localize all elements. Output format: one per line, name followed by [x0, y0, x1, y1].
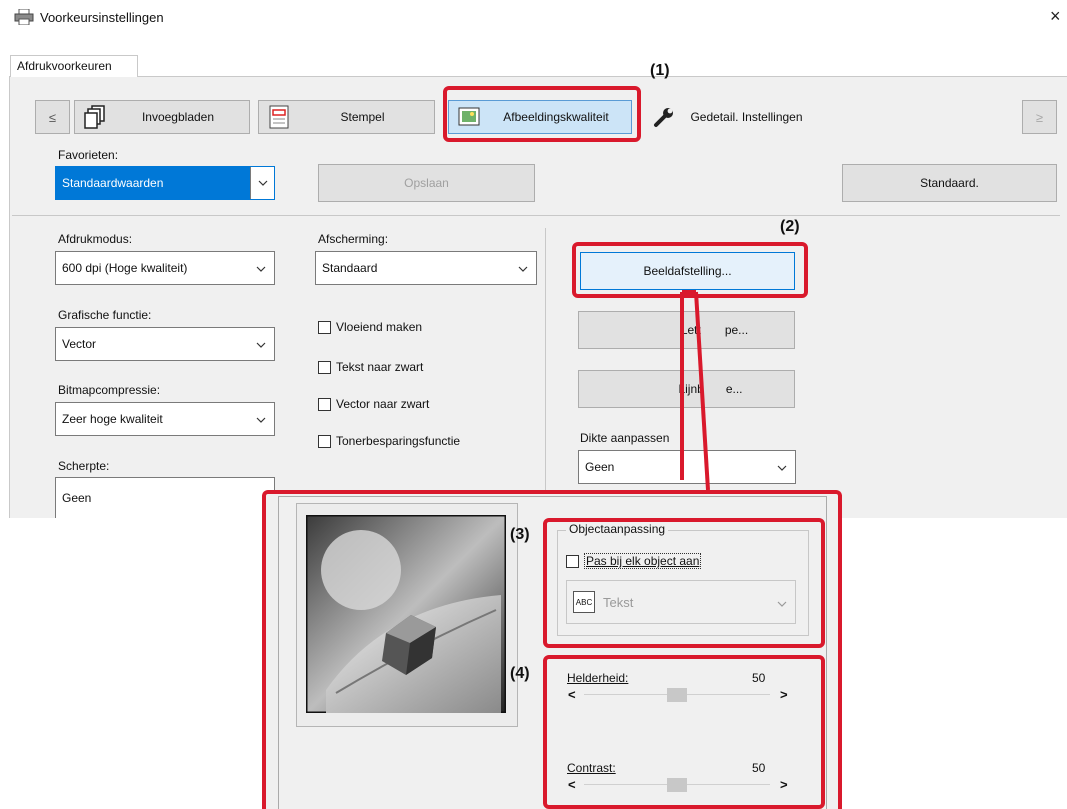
chevron-down-icon [256, 412, 266, 426]
checkbox-label: Vloeiend maken [336, 320, 423, 334]
graphics-function-select[interactable]: Vector [55, 327, 275, 361]
text-object-icon: ABC [573, 591, 595, 613]
screening-value: Standaard [322, 261, 378, 275]
object-type-select[interactable]: ABC Tekst [566, 580, 796, 624]
stamp-icon [267, 105, 291, 129]
brightness-value: 50 [752, 671, 766, 685]
favorites-value: Standaardwaarden [62, 176, 164, 190]
popup-frame [278, 496, 826, 497]
line-button-label-b: e... [725, 382, 743, 396]
prev-category-button[interactable]: ≤ [35, 100, 70, 134]
slider-thumb[interactable] [667, 778, 687, 792]
callout-4: (4) [510, 665, 530, 682]
bitmap-compression-value: Zeer hoge kwaliteit [62, 412, 163, 426]
object-adjust-title: Objectaanpassing [566, 522, 669, 536]
popup-frame [278, 496, 279, 809]
callout-3: (3) [510, 526, 530, 543]
vector-to-black-checkbox[interactable]: Vector naar zwart [318, 397, 429, 411]
checkbox-label: Tekst naar zwart [336, 360, 424, 374]
sharpness-select[interactable]: Geen [55, 477, 275, 518]
checkbox-box [566, 554, 579, 568]
chevron-down-icon [777, 460, 787, 474]
favorites-select[interactable]: Standaardwaarden [55, 166, 275, 200]
graphics-function-value: Vector [62, 337, 97, 351]
favorites-label: Favorieten: [58, 148, 119, 162]
divider [12, 215, 1060, 216]
checkbox-label: Vector naar zwart [336, 397, 430, 411]
chevron-down-icon [777, 596, 787, 610]
callout-connector [680, 290, 710, 491]
category-label: Stempel [340, 110, 385, 124]
contrast-value: 50 [752, 761, 766, 775]
print-mode-select[interactable]: 600 dpi (Hoge kwaliteit) [55, 251, 275, 285]
thickness-label: Dikte aanpassen [580, 431, 670, 445]
print-mode-label: Afdrukmodus: [58, 232, 133, 246]
checkbox-box [318, 360, 331, 374]
print-mode-value: 600 dpi (Hoge kwaliteit) [62, 261, 188, 275]
wrench-icon [652, 105, 676, 129]
graphics-function-label: Grafische functie: [58, 308, 152, 322]
font-button-label-b: pe... [724, 323, 749, 337]
screening-select[interactable]: Standaard [315, 251, 537, 285]
close-button[interactable]: × [1050, 6, 1061, 27]
category-label: Gedetail. Instellingen [690, 110, 803, 124]
tab-panel [9, 77, 1067, 518]
bitmap-compression-select[interactable]: Zeer hoge kwaliteit [55, 402, 275, 436]
chevron-down-icon [250, 167, 274, 199]
sharpness-value: Geen [62, 491, 92, 505]
brightness-slider[interactable]: < > [566, 686, 790, 704]
callout-1: (1) [650, 62, 670, 79]
checkbox-box [318, 397, 331, 411]
printer-icon [14, 9, 34, 25]
text-to-black-checkbox[interactable]: Tekst naar zwart [318, 360, 423, 374]
slider-thumb[interactable] [667, 688, 687, 702]
slider-right-arrow[interactable]: > [780, 777, 788, 792]
contrast-slider[interactable]: < > [566, 776, 790, 794]
chevron-down-icon [256, 337, 266, 351]
adjust-per-object-checkbox[interactable]: Pas bij elk object aan [566, 553, 702, 569]
save-button[interactable]: Opslaan [318, 164, 535, 202]
tab-strip-line [9, 76, 1067, 77]
slider-left-arrow[interactable]: < [568, 777, 576, 792]
slider-left-arrow[interactable]: < [568, 687, 576, 702]
object-type-value: Tekst [603, 594, 634, 610]
checkbox-box [318, 434, 331, 448]
default-button[interactable]: Standaard. [842, 164, 1057, 202]
brightness-label: Helderheid: [567, 671, 629, 685]
category-stempel-button[interactable]: Stempel [258, 100, 435, 134]
slider-right-arrow[interactable]: > [780, 687, 788, 702]
window-title: Voorkeursinstellingen [40, 10, 164, 25]
screening-label: Afscherming: [318, 232, 389, 246]
contrast-label: Contrast: [567, 761, 616, 775]
next-category-button[interactable]: ≥ [1022, 100, 1057, 134]
highlight-box-1 [443, 86, 641, 142]
bitmap-compression-label: Bitmapcompressie: [58, 383, 161, 397]
callout-2: (2) [780, 218, 800, 235]
popup-frame [826, 496, 827, 809]
category-invoegbladen-button[interactable]: Invoegbladen [74, 100, 250, 134]
sharpness-label: Scherpte: [58, 459, 110, 473]
chevron-down-icon [518, 261, 528, 275]
checkbox-label: Pas bij elk object aan [584, 553, 702, 569]
checkbox-box [318, 320, 331, 334]
tab-print-preferences[interactable]: Afdrukvoorkeuren [10, 55, 138, 77]
category-label: Invoegbladen [141, 110, 215, 124]
smoothing-checkbox[interactable]: Vloeiend maken [318, 320, 422, 334]
preview-image [306, 515, 506, 713]
pages-icon [83, 105, 107, 129]
toner-save-checkbox[interactable]: Tonerbesparingsfunctie [318, 434, 460, 448]
chevron-down-icon [256, 261, 266, 275]
checkbox-label: Tonerbesparingsfunctie [336, 434, 461, 448]
divider [545, 228, 546, 518]
thickness-value: Geen [585, 460, 615, 474]
category-gedetail-instellingen-button[interactable]: Gedetail. Instellingen [643, 100, 818, 134]
